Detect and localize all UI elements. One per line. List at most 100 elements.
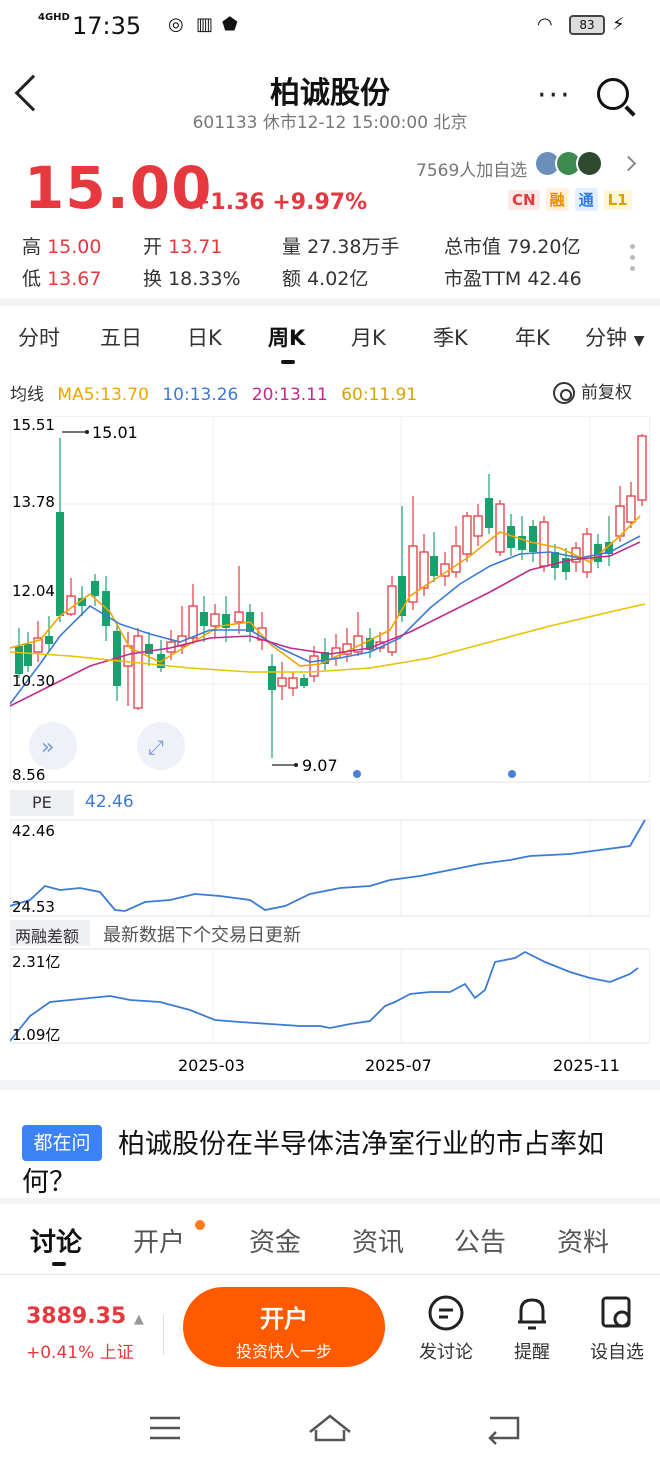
y-label-2: 13.78 — [12, 493, 55, 511]
wifi-icon: ◠ — [537, 14, 553, 35]
tag-cn: CN — [508, 190, 540, 210]
price-change: +1.36 +9.97% — [192, 190, 368, 215]
alert-button[interactable]: 提醒 — [492, 1294, 572, 1364]
candle-body — [626, 495, 636, 523]
open-account-button[interactable]: 开户 投资快人一步 — [183, 1287, 385, 1367]
current-price: 15.00 — [24, 154, 213, 222]
ma-label: 均线 — [10, 385, 44, 405]
stat-open: 开 13.71 — [143, 236, 223, 258]
date-label: 2025-07 — [365, 1056, 432, 1075]
clock: 17:35 — [72, 12, 142, 40]
candle-body — [430, 556, 438, 576]
candle-body — [210, 613, 220, 627]
tab-news[interactable]: 资讯 — [352, 1222, 404, 1259]
battery-icon: 83 — [569, 15, 605, 35]
expand-icon: ⤢ — [148, 735, 164, 759]
caret-up-icon: ▲ — [133, 1312, 144, 1327]
max-marker-dot — [85, 430, 89, 434]
tab-weekly-k[interactable]: 周K — [268, 322, 305, 352]
more-menu-icon[interactable]: ··· — [537, 78, 572, 113]
index-change: +0.41% 上证 — [26, 1343, 134, 1363]
min-price-label: 9.07 — [302, 756, 338, 775]
ma20-value: 20:13.11 — [251, 385, 328, 405]
pe-label[interactable]: PE — [10, 790, 74, 816]
tab-quarterly-k[interactable]: 季K — [433, 322, 468, 352]
event-dot[interactable] — [508, 770, 516, 778]
follower-avatars[interactable] — [534, 150, 603, 181]
tab-minute[interactable]: 分钟 ▼ — [585, 322, 644, 352]
tab-intraday[interactable]: 分时 — [18, 322, 60, 352]
margin-label[interactable]: 两融差额 — [10, 920, 90, 946]
candle-body — [551, 552, 559, 568]
post-discussion-button[interactable]: 发讨论 — [406, 1294, 486, 1364]
tab-daily-k[interactable]: 日K — [187, 322, 222, 352]
ma-legend: 均线 MA5:13.70 10:13.26 20:13.11 60:11.91 — [10, 380, 425, 405]
tab-five-day[interactable]: 五日 — [100, 322, 142, 352]
divider — [0, 1198, 660, 1204]
margin-y-min: 1.09亿 — [12, 1026, 60, 1044]
watchlist-icon — [601, 1296, 631, 1328]
pe-line — [10, 819, 646, 912]
add-watchlist-label: 设自选 — [590, 1342, 644, 1363]
tag-connect: 通 — [574, 188, 598, 211]
tab-open-account[interactable]: 开户 — [133, 1222, 185, 1259]
candle-body — [529, 526, 537, 552]
margin-note: 最新数据下个交易日更新 — [103, 925, 301, 946]
divider — [163, 1315, 164, 1355]
event-dot[interactable] — [353, 770, 361, 778]
tab-minute-label: 分钟 — [585, 326, 627, 350]
question-badge: 都在问 — [22, 1125, 102, 1161]
pe-value: 42.46 — [85, 792, 134, 812]
bell-icon — [518, 1298, 546, 1330]
candle-body — [419, 551, 429, 589]
ma10-value: 10:13.26 — [162, 385, 239, 405]
adjust-label: 前复权 — [581, 383, 632, 403]
tab-profile[interactable]: 资料 — [557, 1222, 609, 1259]
add-watchlist-button[interactable]: 设自选 — [577, 1294, 657, 1364]
adjust-toggle[interactable]: 前复权 — [553, 378, 632, 404]
margin-y-max: 2.31亿 — [12, 953, 60, 971]
candle-body — [309, 655, 319, 677]
date-label: 2025-11 — [553, 1056, 620, 1075]
hot-question[interactable]: 柏诚股份在半导体洁净室行业的市占率如何？ — [22, 1126, 642, 1202]
divider — [0, 1274, 660, 1275]
candle-body — [268, 666, 276, 690]
stat-amount: 额 4.02亿 — [282, 268, 369, 290]
back-nav-icon[interactable] — [488, 1416, 520, 1445]
y-label-max: 15.51 — [12, 416, 55, 434]
stat-pe-ttm: 市盈TTM 42.46 — [444, 268, 582, 290]
stock-chart[interactable]: 15.51 13.78 12.04 10.30 8.56 15.01 9.07 … — [10, 416, 650, 1076]
candle-body — [277, 677, 287, 687]
candle-body — [234, 611, 244, 623]
y-label-4: 10.30 — [12, 672, 55, 690]
candle-body — [56, 512, 64, 616]
chevron-right-icon[interactable] — [620, 155, 637, 172]
open-account-label: 开户 — [260, 1305, 308, 1333]
active-tab-indicator — [52, 1262, 66, 1266]
tab-discussion[interactable]: 讨论 — [30, 1222, 82, 1259]
index-number: 3889.35 — [26, 1304, 127, 1329]
search-icon[interactable] — [597, 78, 629, 110]
settings-icon — [553, 382, 575, 404]
notification-dot — [195, 1220, 205, 1230]
alert-label: 提醒 — [514, 1342, 550, 1363]
candle-body — [485, 498, 493, 528]
tab-monthly-k[interactable]: 月K — [351, 322, 386, 352]
follower-count[interactable]: 7569人加自选 — [416, 156, 527, 181]
pe-panel-frame — [10, 819, 650, 917]
home-icon[interactable] — [309, 1414, 351, 1442]
menu-icon[interactable] — [150, 1416, 180, 1440]
index-value[interactable]: 3889.35 ▲ — [26, 1304, 144, 1329]
divider — [0, 298, 660, 306]
tag-margin: 融 — [545, 188, 569, 211]
tab-yearly-k[interactable]: 年K — [515, 322, 550, 352]
tab-funds[interactable]: 资金 — [249, 1222, 301, 1259]
tab-announcements[interactable]: 公告 — [454, 1222, 506, 1259]
expand-stats-icon[interactable] — [630, 244, 636, 277]
ma60-value: 60:11.91 — [341, 385, 418, 405]
candle-body — [637, 435, 647, 501]
pe-curve — [10, 819, 646, 912]
chat-icon — [428, 1295, 464, 1331]
candle-body — [300, 678, 308, 686]
candle-body — [133, 635, 143, 709]
